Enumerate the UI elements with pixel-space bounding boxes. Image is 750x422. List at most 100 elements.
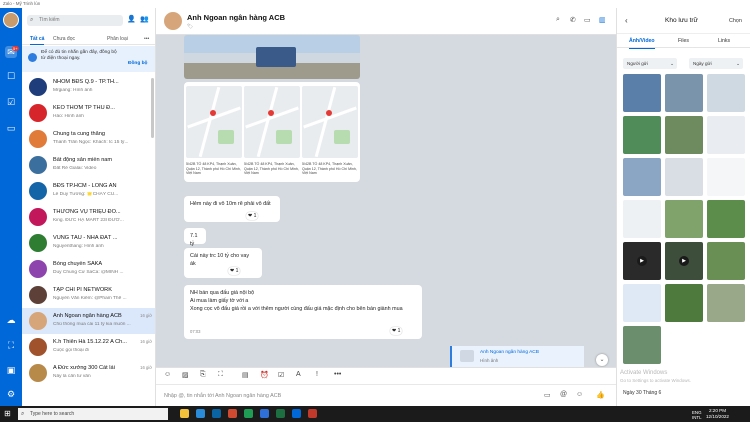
sender-filter[interactable]: Người gửi ⌄ [623, 58, 677, 69]
format-text-icon[interactable]: A [296, 371, 301, 378]
back-icon[interactable]: ‹ [625, 16, 628, 25]
conversation-item[interactable]: K.h Thiên Hà 15.12.22 A Ch... Cuộc gọi th… [22, 334, 155, 360]
message-bubble-long[interactable]: NH bán qua đấu giá nội bộ Ai mua làm giấ… [184, 285, 422, 339]
briefcase-icon[interactable]: ▣ [5, 364, 17, 376]
photo-thumbnail[interactable] [707, 158, 745, 196]
sync-button[interactable]: Đồng bộ [128, 61, 147, 66]
store-icon[interactable] [212, 409, 221, 418]
photo-thumbnail[interactable] [623, 74, 661, 112]
photo-thumbnail[interactable] [623, 200, 661, 238]
edge-icon[interactable] [196, 409, 205, 418]
photo-thumbnail[interactable] [707, 242, 745, 280]
reminder-icon[interactable]: ⏰ [260, 371, 269, 379]
photo-thumbnail[interactable] [707, 116, 745, 154]
cloud-icon[interactable]: ☁ [5, 314, 17, 326]
todo-icon[interactable]: ☑ [5, 96, 17, 108]
map-thumbnail[interactable] [302, 86, 358, 158]
photo-thumbnail[interactable] [623, 116, 661, 154]
windows-start-icon[interactable]: ⊞ [4, 409, 13, 418]
label-tag-icon[interactable]: 🏷 [187, 24, 193, 30]
scroll-down-button[interactable]: ⌄ [596, 354, 608, 366]
more-icon[interactable]: ••• [334, 371, 341, 378]
conversation-item[interactable]: Anh Ngoan ngân hàng ACB Chủ thông mua cái… [22, 308, 155, 334]
conversation-item[interactable]: THƯƠNG VỤ TRIỆU ĐÔ... King. ĐỨC HẠ MART 2… [22, 204, 155, 230]
attach-file-icon[interactable]: ⎘ [200, 371, 206, 379]
contact-card-icon[interactable]: ▤ [242, 371, 249, 379]
map-images-message[interactable]: 5/42B TỔ 48 KP4, Thạnh Xuân, Quận 12, Th… [184, 82, 360, 182]
conversation-item[interactable]: BĐS TP.HCM - LONG AN Lê Duy Tường: 🌟CHÁY … [22, 178, 155, 204]
sticker-icon[interactable]: ☺ [164, 371, 171, 378]
tab-files[interactable]: Files [678, 38, 689, 44]
file-explorer-icon[interactable] [180, 409, 189, 418]
conversation-item[interactable]: A Đức xưởng 300 Cát lái Nây là cần tư vấn… [22, 360, 155, 386]
photo-thumbnail[interactable] [623, 284, 661, 322]
map-thumbnail[interactable] [244, 86, 300, 158]
word-icon[interactable] [260, 409, 269, 418]
system-clock[interactable]: 2:20 PM 12/10/2022 [706, 408, 729, 420]
conversation-item[interactable]: Bất động sản miền nam Đất Rẻ Gialai: Vide… [22, 152, 155, 178]
add-friend-icon[interactable]: 👤 [127, 15, 136, 23]
conversation-scrollbar[interactable] [151, 78, 154, 138]
photo-thumbnail[interactable] [665, 74, 703, 112]
quoted-reply[interactable]: Anh Ngoan ngân hàng ACB Hình ảnh [450, 346, 584, 367]
video-call-icon[interactable]: ▭ [5, 122, 17, 134]
photo-thumbnail[interactable] [707, 284, 745, 322]
map-thumbnail[interactable] [186, 86, 242, 158]
reaction-heart[interactable]: ❤ 1 [228, 267, 241, 275]
quick-message-icon[interactable]: ▭ [544, 391, 551, 399]
photo-thumbnail[interactable] [623, 326, 661, 364]
chrome-icon[interactable] [244, 409, 253, 418]
classify-dropdown[interactable]: Phân loại [107, 36, 128, 42]
conversation-item[interactable]: NHÓM BĐS Q.9 - TP.TH... Mrgiang: Hình ảnh [22, 74, 155, 100]
photo-thumbnail[interactable] [623, 158, 661, 196]
photo-thumbnail[interactable] [707, 200, 745, 238]
conversation-item[interactable]: VŨNG TÀU - NHÀ ĐẤT ... Nguyenthang: Hình … [22, 230, 155, 256]
create-group-icon[interactable]: 👥 [140, 15, 149, 23]
tab-all[interactable]: Tất cả [30, 36, 45, 45]
message-bubble[interactable]: 7.1 tỷ [184, 228, 206, 247]
reaction-heart[interactable]: ❤ 1 [246, 212, 259, 220]
user-avatar[interactable] [3, 12, 19, 28]
excel-icon[interactable] [276, 409, 285, 418]
photo-thumbnail[interactable] [665, 158, 703, 196]
more-options-icon[interactable]: ••• [144, 36, 149, 42]
screenshot-capture-icon[interactable]: ⛶ [218, 371, 223, 379]
thumbs-up-icon[interactable]: 👍 [596, 391, 605, 399]
image-icon[interactable]: ▨ [182, 371, 189, 379]
conversation-item[interactable]: KÈO THƠM TP THỦ Đ... Hảo: Hình ảnh [22, 100, 155, 126]
conversation-item[interactable]: TẠP CHÍ PI NETWORK Nguyễn Văn Kiếm: @Pham… [22, 282, 155, 308]
settings-gear-icon[interactable]: ⚙ [5, 388, 17, 400]
photo-thumbnail[interactable] [665, 200, 703, 238]
message-input[interactable]: Nhập @, tin nhắn tới Anh Ngoan ngân hàng… [156, 384, 616, 406]
urgent-icon[interactable]: ! [316, 371, 318, 378]
search-input[interactable]: ⌕ Tìm kiếm [27, 15, 123, 26]
todo-icon[interactable]: ☑ [278, 371, 284, 379]
contact-avatar[interactable] [164, 12, 182, 30]
keyboard-layout[interactable]: INTL [692, 415, 702, 420]
shared-photo[interactable] [184, 35, 360, 79]
message-bubble[interactable]: Cái này trc 10 tỷ cho vay ák ❤ 1 [184, 248, 262, 278]
emoji-icon[interactable]: ☺ [576, 391, 583, 398]
reaction-heart[interactable]: ❤ 1 [390, 327, 403, 335]
photo-thumbnail[interactable] [665, 116, 703, 154]
video-call-icon[interactable]: ▭ [584, 16, 591, 24]
contact-name[interactable]: Anh Ngoan ngân hàng ACB [187, 13, 285, 22]
photo-thumbnail[interactable] [665, 284, 703, 322]
tab-photos-videos[interactable]: Ảnh/Video [629, 38, 655, 49]
screenshot-icon[interactable]: ⛶ [5, 339, 17, 351]
photo-thumbnail[interactable] [707, 74, 745, 112]
toggle-info-panel-icon[interactable]: ▥ [599, 16, 606, 24]
taskbar-search[interactable]: ⌕ Type here to search [18, 408, 168, 420]
video-thumbnail[interactable]: ▶ [665, 242, 703, 280]
conversation-item[interactable]: Bóng chuyền SAKA Duy Chung Cư SaCa: @MINH… [22, 256, 155, 282]
voice-call-icon[interactable]: ✆ [570, 16, 576, 24]
app-icon[interactable] [308, 409, 317, 418]
office-icon[interactable] [228, 409, 237, 418]
zalo-icon[interactable] [292, 409, 301, 418]
search-messages-icon[interactable]: ⌕ [556, 16, 560, 24]
message-bubble[interactable]: Hẻm này đi vô 10m rẽ phải vô đất ❤ 1 [184, 196, 280, 222]
select-button[interactable]: Chọn [729, 18, 742, 24]
date-filter[interactable]: Ngày gửi ⌄ [689, 58, 743, 69]
contacts-icon[interactable]: ☐ [5, 70, 17, 82]
tab-unread[interactable]: Chưa đọc [53, 36, 75, 42]
